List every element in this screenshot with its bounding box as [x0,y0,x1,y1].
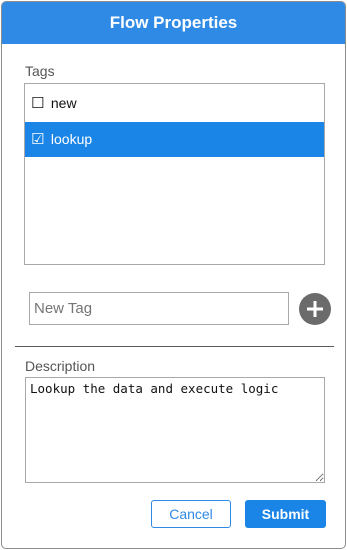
flow-properties-dialog: Flow Properties Tags ☐ new ☑ lookup Desc… [1,1,346,549]
plus-icon [307,301,323,317]
tags-label: Tags [25,63,55,79]
cancel-button[interactable]: Cancel [151,500,231,528]
divider [15,346,334,347]
new-tag-input[interactable] [29,292,289,325]
tag-item-lookup[interactable]: ☑ lookup [25,122,324,157]
description-textarea[interactable]: Lookup the data and execute logic [25,377,325,483]
tag-list[interactable]: ☐ new ☑ lookup [24,83,325,265]
checkbox-checked-icon[interactable]: ☑ [31,122,47,157]
checkbox-unchecked-icon[interactable]: ☐ [31,86,47,121]
add-tag-button[interactable] [299,293,331,325]
dialog-title: Flow Properties [2,2,345,44]
tag-item-label: new [50,95,77,111]
tag-item-label: lookup [50,131,93,147]
description-label: Description [25,358,96,374]
submit-button[interactable]: Submit [245,500,326,528]
tag-item-new[interactable]: ☐ new [25,86,324,121]
